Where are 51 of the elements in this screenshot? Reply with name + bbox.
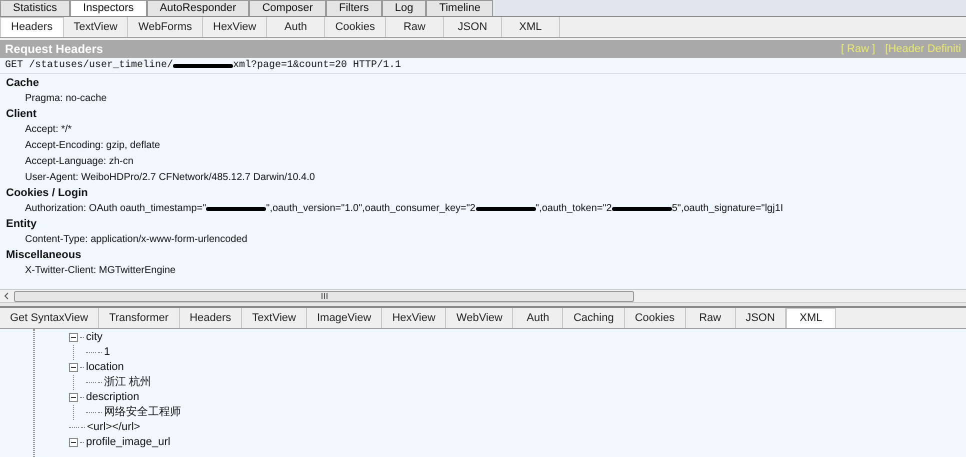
tab[interactable]: Statistics — [0, 0, 70, 16]
tab[interactable]: Filters — [326, 0, 382, 16]
header-text: 5",oauth_signature="lgj1I — [672, 202, 784, 216]
collapse-icon[interactable] — [69, 393, 78, 402]
header-text: ",oauth_version="1.0",oauth_consumer_key="2 — [266, 202, 476, 216]
redaction-mark — [206, 207, 266, 211]
collapse-icon[interactable] — [69, 438, 78, 447]
header-text: Authorization: OAuth oauth_timestamp=" — [25, 202, 206, 216]
tab[interactable]: Inspectors — [70, 0, 147, 16]
tree-node-label[interactable]: location — [86, 360, 124, 375]
tree-node-label[interactable]: 网络安全工程师 — [104, 405, 181, 420]
tab[interactable]: Headers — [0, 17, 64, 37]
header-text: User-Agent: WeiboHDPro/2.7 CFNetwork/485.12.7 Darwin/10.4.0 — [25, 171, 315, 185]
redaction-mark — [173, 64, 234, 68]
tree-node-label[interactable]: city — [86, 330, 102, 345]
collapse-icon[interactable] — [69, 363, 78, 372]
tab[interactable]: AutoResponder — [146, 0, 250, 16]
request-line-text: xml?page=1&count=20 HTTP/1.1 — [233, 58, 402, 73]
collapse-icon[interactable] — [69, 333, 78, 342]
tree-node-label[interactable]: profile_image_url — [86, 435, 170, 450]
horizontal-scrollbar[interactable] — [0, 289, 966, 303]
group-heading: Miscellaneous — [6, 248, 82, 263]
tree-connector — [86, 412, 96, 413]
header-text: ",oauth_token="2 — [536, 202, 612, 216]
header-text: Accept-Language: zh-cn — [25, 155, 134, 169]
tree-node-label[interactable]: <url></url> — [87, 420, 140, 435]
header-text: Pragma: no-cache — [25, 92, 107, 106]
tree-node-label[interactable]: 1 — [104, 345, 110, 360]
tree-connector — [86, 382, 96, 383]
tree-connector — [69, 427, 79, 428]
header-text: X-Twitter-Client: MGTwitterEngine — [25, 264, 176, 278]
group-heading: Cache — [6, 76, 40, 91]
header-text: Accept: */* — [25, 123, 72, 137]
tree-connector — [86, 352, 96, 353]
tab[interactable]: XML — [786, 308, 836, 328]
group-heading: Client — [6, 107, 38, 122]
tree-node-label[interactable]: description — [86, 390, 140, 405]
redaction-mark — [476, 207, 536, 211]
section-title: Request Headers — [5, 41, 104, 58]
tab[interactable]: Log — [382, 0, 426, 16]
tab[interactable]: Composer — [249, 0, 326, 16]
scrollbar-thumb[interactable] — [14, 290, 634, 302]
header-text: Content-Type: application/x-www-form-urlencoded — [25, 233, 248, 247]
tree-node-label[interactable]: 浙江 杭州 — [104, 375, 152, 390]
request-line-text: GET /statuses/user_timeline/ — [5, 58, 174, 73]
redaction-mark — [612, 207, 672, 211]
group-heading: Cookies / Login — [6, 186, 89, 201]
group-heading: Entity — [6, 217, 38, 232]
header-text: Accept-Encoding: gzip, deflate — [25, 139, 160, 153]
tab[interactable]: Timeline — [426, 0, 494, 16]
grip-icon — [320, 293, 328, 299]
